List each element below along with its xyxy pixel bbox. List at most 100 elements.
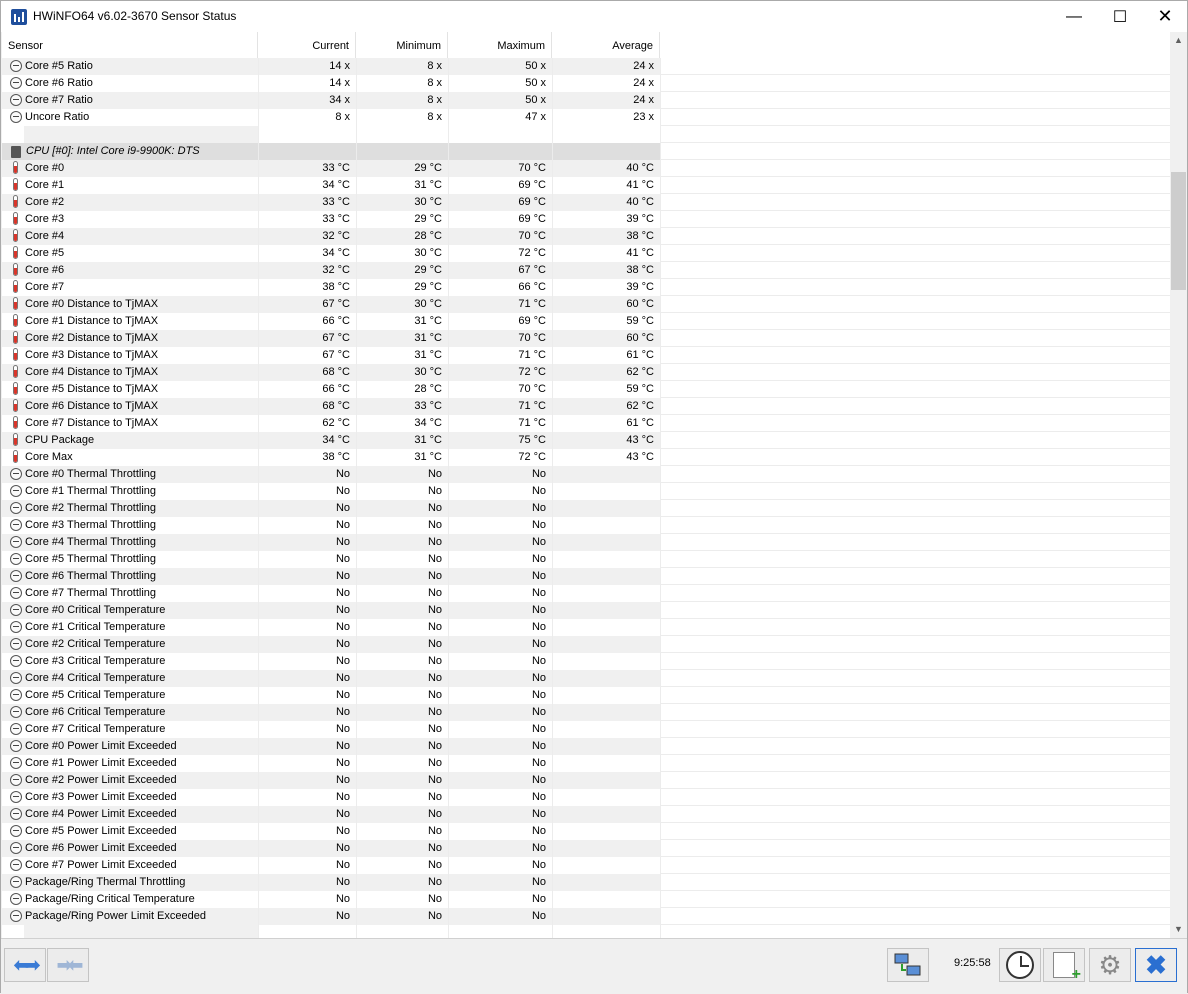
column-header-average[interactable]: Average xyxy=(552,32,660,58)
current-value: No xyxy=(258,704,356,721)
title-bar[interactable]: HWiNFO64 v6.02-3670 Sensor Status — ☐ ✕ xyxy=(1,1,1187,32)
gauge-icon xyxy=(10,876,22,888)
sensor-name: Core #0 xyxy=(2,160,258,177)
clock-icon xyxy=(1006,951,1034,979)
minimize-button[interactable]: — xyxy=(1051,1,1097,32)
average-value xyxy=(552,483,660,500)
sensor-row[interactable]: Core #2 Thermal Throttling No No No xyxy=(2,500,1170,517)
sensor-row[interactable]: Core #4 Power Limit Exceeded No No No xyxy=(2,806,1170,823)
minimum-value: No xyxy=(356,568,448,585)
sensor-row[interactable]: Core #7 Thermal Throttling No No No xyxy=(2,585,1170,602)
close-window-button[interactable]: ✕ xyxy=(1142,1,1188,32)
sensor-row[interactable]: Core #7 Distance to TjMAX 62 °C 34 °C 71 °C… xyxy=(2,415,1170,432)
sensor-row[interactable]: Core #1 Distance to TjMAX 66 °C 31 °C 69 °C… xyxy=(2,313,1170,330)
report-button[interactable] xyxy=(1043,948,1085,984)
sensor-row[interactable]: Core #5 Critical Temperature No No No xyxy=(2,687,1170,704)
sensor-row[interactable]: Core #7 38 °C 29 °C 66 °C 39 °C xyxy=(2,279,1170,296)
blank-row[interactable] xyxy=(2,925,1170,938)
scroll-down-icon[interactable]: ▼ xyxy=(1170,921,1187,938)
timer-reset-button[interactable] xyxy=(999,948,1041,982)
sensor-row[interactable]: Core #5 34 °C 30 °C 72 °C 41 °C xyxy=(2,245,1170,262)
maximum-value: No xyxy=(531,689,546,701)
sensor-row[interactable]: Core #4 32 °C 28 °C 70 °C 38 °C xyxy=(2,228,1170,245)
current-value: 8 x xyxy=(335,111,350,123)
sensor-row[interactable]: Core #6 Distance to TjMAX 68 °C 33 °C 71 °C… xyxy=(2,398,1170,415)
sensor-name: Core #6 Critical Temperature xyxy=(2,704,258,721)
close-sensors-button[interactable]: ✖ xyxy=(1135,948,1177,982)
sensor-row[interactable]: Core #6 32 °C 29 °C 67 °C 38 °C xyxy=(2,262,1170,279)
maximum-value: No xyxy=(448,806,552,823)
maximum-value: No xyxy=(531,553,546,565)
sensor-row[interactable]: Core #5 Ratio 14 x8 x 50 x 24 x xyxy=(2,58,1170,75)
collapse-arrows-icon: ➡⬅ xyxy=(56,954,83,975)
network-button[interactable] xyxy=(887,948,929,982)
sensor-row[interactable]: Package/Ring Power Limit Exceeded No No No xyxy=(2,908,1170,925)
sensor-row[interactable]: Core #0 33 °C 29 °C 70 °C 40 °C xyxy=(2,160,1170,177)
gauge-icon xyxy=(10,842,22,854)
scroll-thumb[interactable] xyxy=(1171,172,1186,290)
sensor-row[interactable]: Core #1 Power Limit Exceeded No No No xyxy=(2,755,1170,772)
average-value xyxy=(552,636,660,653)
sensor-row[interactable]: Package/Ring Critical Temperature No No No xyxy=(2,891,1170,908)
blank-row[interactable] xyxy=(2,126,1170,143)
column-header-maximum[interactable]: Maximum xyxy=(448,32,552,58)
scroll-up-icon[interactable]: ▲ xyxy=(1170,32,1187,49)
maximum-value: No xyxy=(531,621,546,633)
sensor-name: Core #0 Critical Temperature xyxy=(2,602,258,619)
column-divider xyxy=(552,58,553,938)
sensor-row[interactable]: Core #1 Thermal Throttling No No No xyxy=(2,483,1170,500)
vertical-scrollbar[interactable]: ▲ ▼ xyxy=(1170,32,1187,938)
sensor-row[interactable]: Core #6 Thermal Throttling No No No xyxy=(2,568,1170,585)
sensor-row[interactable]: Core #3 Power Limit Exceeded No No No xyxy=(2,789,1170,806)
sensor-row[interactable]: Core #2 Power Limit Exceeded No No No xyxy=(2,772,1170,789)
sensor-grid[interactable]: Sensor Current Minimum Maximum Average C… xyxy=(2,32,1170,938)
sensor-row[interactable]: Package/Ring Thermal Throttling No No No xyxy=(2,874,1170,891)
sensor-row[interactable]: Core Max 38 °C 31 °C 72 °C 43 °C xyxy=(2,449,1170,466)
sensor-row[interactable]: Core #0 Critical Temperature No No No xyxy=(2,602,1170,619)
current-value: No xyxy=(258,466,356,483)
current-value: No xyxy=(258,500,356,517)
sensor-row[interactable]: Core #2 33 °C 30 °C 69 °C 40 °C xyxy=(2,194,1170,211)
column-header-sensor[interactable]: Sensor xyxy=(2,32,258,58)
maximize-button[interactable]: ☐ xyxy=(1097,1,1143,32)
maximum-value: 70 °C xyxy=(518,383,546,395)
sensor-row[interactable]: CPU Package 34 °C 31 °C 75 °C 43 °C xyxy=(2,432,1170,449)
average-value: 23 x xyxy=(633,111,654,123)
sensor-row[interactable]: Core #1 34 °C 31 °C 69 °C 41 °C xyxy=(2,177,1170,194)
sensor-row[interactable]: Core #5 Thermal Throttling No No No xyxy=(2,551,1170,568)
sensor-row[interactable]: Uncore Ratio 8 x 8 x 47 x 23 x xyxy=(2,109,1170,126)
sensor-row[interactable]: Core #3 Distance to TjMAX 67 °C 31 °C 71 °C… xyxy=(2,347,1170,364)
column-header-minimum[interactable]: Minimum xyxy=(356,32,448,58)
sensor-row[interactable]: Core #5 Power Limit Exceeded No No No xyxy=(2,823,1170,840)
sensor-row[interactable]: Core #0 Thermal Throttling No No No xyxy=(2,466,1170,483)
sensor-row[interactable]: Core #5 Distance to TjMAX 66 °C 28 °C 70 °C… xyxy=(2,381,1170,398)
maximum-value: No xyxy=(531,825,546,837)
column-divider xyxy=(448,58,449,938)
sensor-row[interactable]: Core #6 Power Limit Exceeded No No No xyxy=(2,840,1170,857)
collapse-arrows-button[interactable]: ➡⬅ xyxy=(47,948,89,982)
minimum-value: 8 x xyxy=(356,92,448,109)
sensor-row[interactable]: Core #1 Critical Temperature No No No xyxy=(2,619,1170,636)
sensor-row[interactable]: Core #6 Ratio 14 x 8 x 50 x 24 x xyxy=(2,75,1170,92)
sensor-row[interactable]: Core #3 Critical Temperature No No No xyxy=(2,653,1170,670)
sensor-row[interactable]: Core #4 Critical Temperature No No No xyxy=(2,670,1170,687)
sensor-row[interactable]: Core #4 Thermal Throttling No No No xyxy=(2,534,1170,551)
sensor-row[interactable]: Core #6 Critical Temperature No No No xyxy=(2,704,1170,721)
sensor-row[interactable]: Core #7 Power Limit Exceeded No No No xyxy=(2,857,1170,874)
sensor-row[interactable]: Core #4 Distance to TjMAX 68 °C 30 °C 72 °C… xyxy=(2,364,1170,381)
sensor-row[interactable]: Core #2 Distance to TjMAX 67 °C 31 °C 70 °C… xyxy=(2,330,1170,347)
sensor-row[interactable]: Core #3 33 °C 29 °C 69 °C 39 °C xyxy=(2,211,1170,228)
sensor-row[interactable]: Core #7 Critical Temperature No No No xyxy=(2,721,1170,738)
sensor-group-row[interactable]: CPU [#0]: Intel Core i9-9900K: DTS xyxy=(2,143,1170,160)
sensor-row[interactable]: Core #7 Ratio 34 x8 x 50 x 24 x xyxy=(2,92,1170,109)
sensor-row[interactable]: Core #3 Thermal Throttling No No No xyxy=(2,517,1170,534)
sensor-row[interactable]: Core #0 Distance to TjMAX 67 °C 30 °C 71 °C… xyxy=(2,296,1170,313)
sensor-row[interactable]: Core #2 Critical Temperature No No No xyxy=(2,636,1170,653)
current-value: 32 °C xyxy=(258,262,356,279)
expand-arrows-button[interactable]: ⬅➡ xyxy=(4,948,46,982)
column-header-current[interactable]: Current xyxy=(258,32,356,58)
gauge-icon xyxy=(10,536,22,548)
settings-button[interactable]: ⚙ xyxy=(1089,948,1131,982)
sensor-name: Core #0 Power Limit Exceeded xyxy=(2,738,258,755)
sensor-row[interactable]: Core #0 Power Limit Exceeded No No No xyxy=(2,738,1170,755)
